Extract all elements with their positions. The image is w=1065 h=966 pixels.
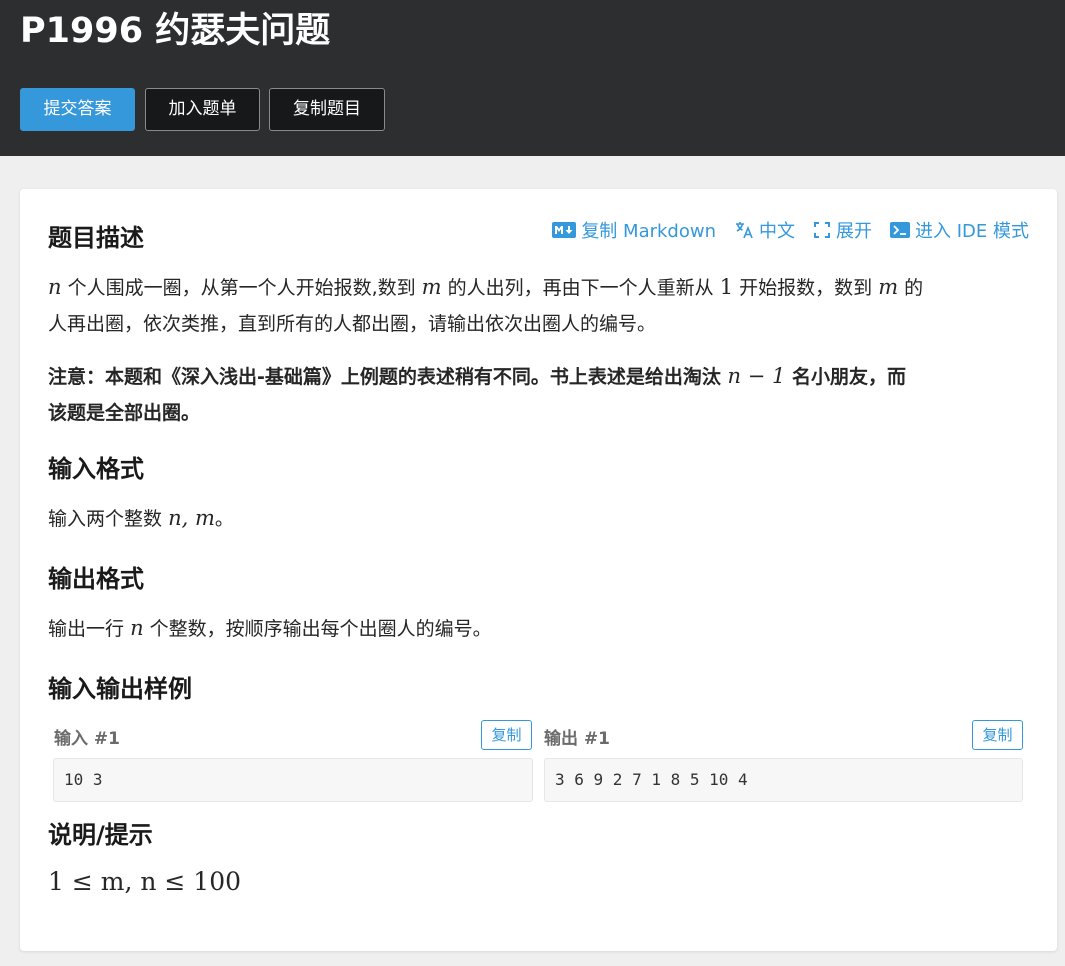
hint-title: 说明/提示 xyxy=(48,821,153,849)
description-title: 题目描述 xyxy=(48,224,144,252)
note-paragraph: 注意：本题和《深入浅出-基础篇》上例题的表述稍有不同。书上表述是给出淘汰 n −… xyxy=(48,364,906,424)
copy-output-button[interactable]: 复制 xyxy=(972,720,1023,750)
input-format-title: 输入格式 xyxy=(48,455,144,483)
copy-input-button[interactable]: 复制 xyxy=(481,720,532,750)
language-switch-button[interactable]: 中文 xyxy=(734,217,795,243)
copy-problem-button[interactable]: 复制题目 xyxy=(269,88,385,131)
sample-input-label: 输入 #1 xyxy=(54,729,120,749)
sample-input-box[interactable]: 10 3 xyxy=(53,758,533,802)
page-title: P1996 约瑟夫问题 xyxy=(20,11,331,51)
page-header: P1996 约瑟夫问题 提交答案 加入题单 复制题目 xyxy=(0,0,1065,156)
ide-mode-button[interactable]: 进入 IDE 模式 xyxy=(890,217,1029,243)
expand-label: 展开 xyxy=(836,221,872,242)
submit-answer-button[interactable]: 提交答案 xyxy=(20,88,135,131)
copy-markdown-button[interactable]: 复制 Markdown xyxy=(552,217,716,243)
copy-markdown-label: 复制 Markdown xyxy=(581,221,716,242)
output-format-title: 输出格式 xyxy=(48,565,144,593)
output-format-text: 输出一行 n 个整数，按顺序输出每个出圈人的编号。 xyxy=(48,616,492,640)
add-to-list-button[interactable]: 加入题单 xyxy=(145,88,260,131)
language-label: 中文 xyxy=(759,221,795,242)
var-n: n xyxy=(48,275,62,299)
terminal-icon xyxy=(890,222,910,238)
sample-output-label: 输出 #1 xyxy=(544,729,610,749)
var-m: m xyxy=(421,275,442,299)
number-one: 1 xyxy=(719,275,734,299)
problem-actions: 复制 Markdown 中文 展开 进入 IDE 模式 xyxy=(552,217,1029,243)
note-math: n − 1 xyxy=(727,364,786,388)
input-format-text: 输入两个整数 n, m。 xyxy=(48,506,234,530)
problem-card: 题目描述 复制 Markdown 中文 展开 进入 IDE 模式 n 个人围成一… xyxy=(20,189,1057,951)
sample-output-box[interactable]: 3 6 9 2 7 1 8 5 10 4 xyxy=(544,758,1023,802)
expand-icon xyxy=(813,221,831,239)
hint-math: 1 ≤ m, n ≤ 100 xyxy=(48,867,242,896)
samples-title: 输入输出样例 xyxy=(48,675,192,703)
ide-mode-label: 进入 IDE 模式 xyxy=(915,221,1029,242)
var-m-2: m xyxy=(878,275,899,299)
translate-icon xyxy=(734,220,754,240)
markdown-icon xyxy=(552,222,577,238)
expand-button[interactable]: 展开 xyxy=(813,217,872,243)
description-paragraph: n 个人围成一圈，从第一个人开始报数,数到 m 的人出列，再由下一个人重新从 1… xyxy=(48,275,924,335)
